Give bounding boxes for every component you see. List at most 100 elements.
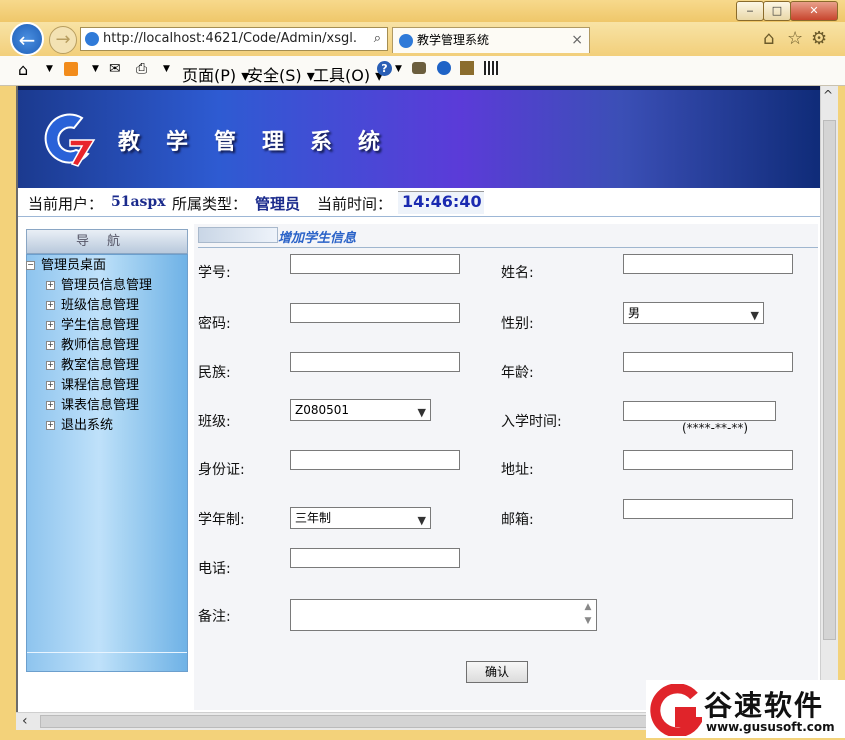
minimize-button[interactable]: ‒ xyxy=(736,1,764,21)
form-heading: 增加学生信息 xyxy=(278,231,357,246)
logo-icon xyxy=(42,110,100,168)
user-type-label: 所属类型： xyxy=(172,195,248,213)
remark-textarea[interactable] xyxy=(290,599,597,631)
chevron-down-icon[interactable]: ▼ xyxy=(163,64,170,74)
ethnicity-input[interactable] xyxy=(290,352,460,372)
sidebar-item-admin-info[interactable]: + 管理员信息管理 xyxy=(26,276,152,296)
sidebar-item-label: 学生信息管理 xyxy=(61,318,140,333)
schooling-select[interactable]: 三年制 ▼ xyxy=(290,507,431,529)
back-arrow-icon[interactable]: ← xyxy=(10,22,44,56)
schooling-label: 学年制: xyxy=(198,512,245,528)
collapse-icon[interactable]: − xyxy=(26,261,35,270)
home-toolbar-icon[interactable]: ⌂ xyxy=(18,60,28,79)
enroll-date-input[interactable] xyxy=(623,401,776,421)
favorites-star-icon[interactable]: ☆ xyxy=(787,28,803,49)
maximize-button[interactable]: □ xyxy=(763,1,791,21)
phone-input[interactable] xyxy=(290,548,460,568)
address-bar[interactable]: http://localhost:4621/Code/Admin/xsgl. ⌕ xyxy=(80,27,388,51)
confirm-button[interactable]: 确认 xyxy=(466,661,528,683)
name-input[interactable] xyxy=(623,254,793,274)
chevron-down-icon[interactable]: ▼ xyxy=(46,64,53,74)
h-scroll-thumb[interactable] xyxy=(40,715,650,728)
sidebar-item-label: 课表信息管理 xyxy=(61,398,140,413)
tab-active[interactable]: 教学管理系统 × xyxy=(392,27,590,53)
current-user-value: 51aspx xyxy=(111,194,166,210)
address-label: 地址: xyxy=(501,462,534,478)
user-info-bar: 当前用户： 51aspx 所属类型： 管理员 当前时间： 14:46:40 xyxy=(18,188,820,217)
system-title: 教学管理系统 xyxy=(118,129,407,155)
gear-icon[interactable]: ⚙ xyxy=(811,28,827,49)
age-input[interactable] xyxy=(623,352,793,372)
gender-select[interactable]: 男 ▼ xyxy=(623,302,764,324)
expand-icon[interactable]: + xyxy=(46,361,55,370)
sidebar-item-classroom-info[interactable]: + 教室信息管理 xyxy=(26,356,152,376)
student-no-input[interactable] xyxy=(290,254,460,274)
tab-close-icon[interactable]: × xyxy=(571,28,583,52)
home-icon[interactable]: ⌂ xyxy=(763,28,774,49)
password-label: 密码: xyxy=(198,316,231,332)
window-titlebar xyxy=(0,0,845,22)
user-type-value: 管理员 xyxy=(255,195,301,213)
sidebar-item-teacher-info[interactable]: + 教师信息管理 xyxy=(26,336,152,356)
expand-icon[interactable]: + xyxy=(46,341,55,350)
student-no-label: 学号: xyxy=(198,265,231,281)
expand-icon[interactable]: + xyxy=(46,321,55,330)
sidebar-item-schedule-info[interactable]: + 课表信息管理 xyxy=(26,396,152,416)
search-icon[interactable]: ⌕ xyxy=(374,28,381,50)
sidebar-item-course-info[interactable]: + 课程信息管理 xyxy=(26,376,152,396)
watermark-url: www.gususoft.com xyxy=(706,720,835,734)
email-input[interactable] xyxy=(623,499,793,519)
id-card-label: 身份证: xyxy=(198,462,245,478)
mail-icon[interactable]: ✉ xyxy=(109,61,121,77)
scroll-up-icon[interactable]: ^ xyxy=(823,88,833,102)
current-time-label: 当前时间： xyxy=(317,195,393,213)
expand-icon[interactable]: + xyxy=(46,401,55,410)
qr-code-icon[interactable] xyxy=(484,61,498,75)
sidebar-divider xyxy=(27,652,187,653)
expand-icon[interactable]: + xyxy=(46,421,55,430)
class-select-value: Z080501 xyxy=(295,403,350,417)
scroll-left-icon[interactable]: ‹ xyxy=(22,713,28,729)
expand-icon[interactable]: + xyxy=(46,381,55,390)
tree-root[interactable]: − 管理员桌面 xyxy=(26,256,152,276)
help-icon[interactable]: ? xyxy=(377,61,392,76)
chevron-down-icon[interactable]: ▼ xyxy=(395,64,402,74)
sidebar-item-label: 课程信息管理 xyxy=(61,378,140,393)
phone-label: 电话: xyxy=(198,561,231,577)
schooling-select-value: 三年制 xyxy=(295,511,332,525)
id-card-input[interactable] xyxy=(290,450,460,470)
onenote-icon[interactable] xyxy=(460,61,474,75)
password-input[interactable] xyxy=(290,303,460,323)
sidebar-item-label: 班级信息管理 xyxy=(61,298,140,313)
watermark-brand: 谷速软件 xyxy=(704,689,825,722)
address-input[interactable] xyxy=(623,450,793,470)
form-heading-bar: 增加学生信息 xyxy=(198,227,818,248)
current-time-value: 14:46:40 xyxy=(402,192,482,211)
messenger-icon[interactable] xyxy=(437,61,451,75)
gender-select-value: 男 xyxy=(628,306,641,320)
safety-menu[interactable]: 安全(S) ▾ xyxy=(247,62,315,86)
sidebar-item-student-info[interactable]: + 学生信息管理 xyxy=(26,316,152,336)
close-button[interactable]: ✕ xyxy=(790,1,838,21)
expand-icon[interactable]: + xyxy=(46,301,55,310)
research-icon[interactable] xyxy=(412,62,426,74)
class-select[interactable]: Z080501 ▼ xyxy=(290,399,431,421)
chevron-down-icon[interactable]: ▼ xyxy=(92,64,99,74)
forward-arrow-icon[interactable]: → xyxy=(49,26,77,54)
name-label: 姓名: xyxy=(501,265,534,281)
tools-menu[interactable]: 工具(O) ▾ xyxy=(313,62,383,86)
print-icon[interactable]: ⎙ xyxy=(136,61,147,77)
chevron-down-icon: ▼ xyxy=(750,309,759,322)
vertical-scrollbar[interactable]: ^ xyxy=(820,86,838,712)
scroll-thumb[interactable] xyxy=(823,120,836,640)
gususoft-logo-icon xyxy=(650,683,706,738)
expand-icon[interactable]: + xyxy=(46,281,55,290)
rss-feed-icon[interactable] xyxy=(64,62,78,76)
tools-menu-label: 工具(O) xyxy=(313,66,371,85)
page-menu-label: 页面(P) xyxy=(182,66,237,85)
remark-label: 备注: xyxy=(198,609,231,625)
page-menu[interactable]: 页面(P) ▾ xyxy=(182,62,249,86)
textarea-spinner-icon[interactable]: ▲ ▼ xyxy=(581,600,595,630)
sidebar-item-class-info[interactable]: + 班级信息管理 xyxy=(26,296,152,316)
sidebar-item-logout[interactable]: + 退出系统 xyxy=(26,416,152,436)
